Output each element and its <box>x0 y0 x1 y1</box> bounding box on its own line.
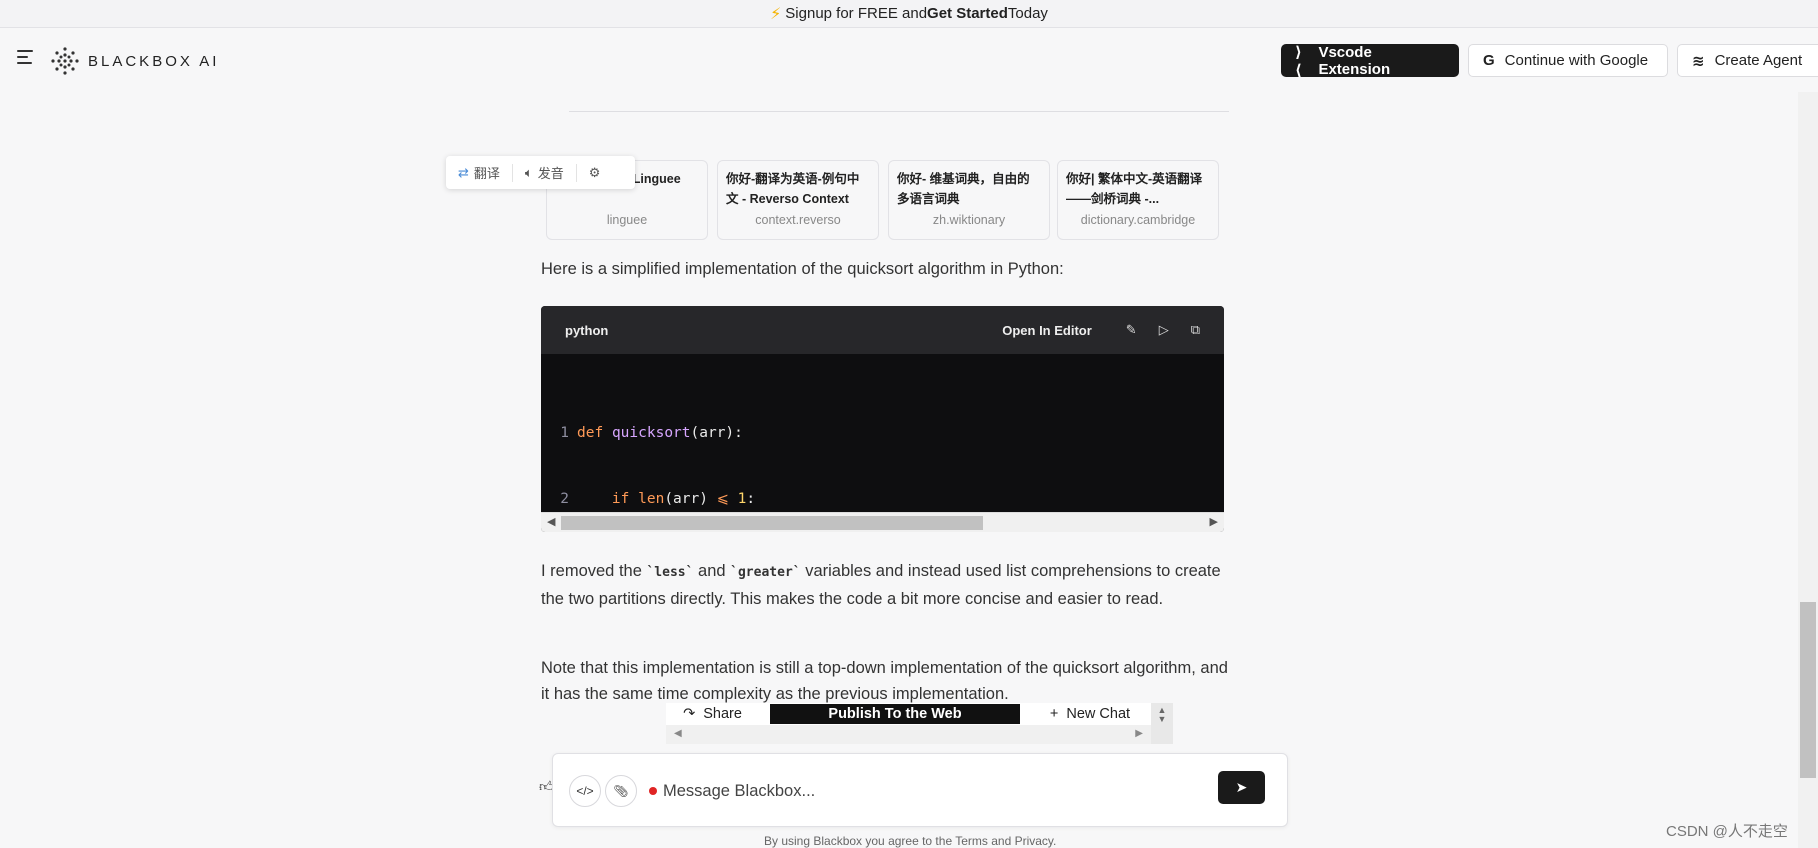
logo-text: BLACKBOX AI <box>88 52 220 70</box>
paperclip-icon: 📎︎ <box>613 784 629 798</box>
scroll-right-icon[interactable]: ▶ <box>1135 728 1143 739</box>
translate-icon: ⇄ <box>458 164 469 180</box>
source-domain: zh.wiktionary <box>932 213 1006 227</box>
bolt-icon: ⚡ <box>770 5 782 23</box>
actions-horizontal-scrollbar[interactable]: ◀ ▶ <box>666 725 1151 744</box>
translate-popup: ⇄ 翻译 🔈︎ 发音 ⚙ <box>446 156 635 189</box>
source-card-cambridge[interactable]: 你好| 繁体中文-英语翻译——剑桥词典 -... dictionary.camb… <box>1057 160 1219 240</box>
line-number: 2 <box>560 491 569 507</box>
create-agent-button[interactable]: ≋ Create Agent <box>1677 44 1818 77</box>
continue-with-google-label: Continue with Google <box>1504 52 1649 69</box>
scrollbar-thumb[interactable] <box>561 516 983 530</box>
source-domain: linguee <box>606 213 648 227</box>
gear-icon: ⚙ <box>588 164 601 180</box>
signup-banner[interactable]: ⚡ Signup for FREE and Get Started Today <box>0 0 1818 28</box>
source-card-wiktionary[interactable]: 你好- 维基词典，自由的多语言词典 zh.wiktionary <box>888 160 1050 240</box>
terms-note: By using Blackbox you agree to the Terms… <box>764 834 1057 848</box>
vscode-icon: ⟩⟨ <box>1295 43 1302 79</box>
scroll-left-icon[interactable]: ◀ <box>674 728 682 739</box>
source-card-reverso[interactable]: 你好-翻译为英语-例句中文 - Reverso Context context.… <box>717 160 879 240</box>
inline-code-greater: `greater` <box>730 565 801 580</box>
line-number: 1 <box>560 425 569 441</box>
intro-text: Here is a simplified implementation of t… <box>541 260 1064 278</box>
run-icon[interactable]: ▷ <box>1159 322 1169 338</box>
chat-actions-bar: ↷ Share Publish To the Web + New Chat ▲ ▼… <box>666 703 1173 744</box>
share-label: Share <box>703 706 742 722</box>
google-icon: G <box>1483 52 1495 69</box>
watermark: CSDN @人不走空 <box>1666 823 1788 840</box>
share-icon: ↷ <box>683 706 696 722</box>
publish-to-web-button[interactable]: Publish To the Web <box>770 704 1020 724</box>
code-horizontal-scrollbar[interactable]: ◀ ▶ <box>541 512 1224 532</box>
publish-label: Publish To the Web <box>828 706 962 722</box>
copy-icon[interactable]: ⧉ <box>1191 322 1200 338</box>
recording-dot-icon <box>649 787 657 795</box>
translate-label: 翻译 <box>473 166 500 181</box>
popup-settings-button[interactable]: ⚙ <box>577 164 613 182</box>
translate-button[interactable]: ⇄ 翻译 <box>446 163 513 182</box>
divider <box>569 111 1229 112</box>
code-mode-button[interactable]: </> <box>569 775 601 807</box>
scroll-left-icon[interactable]: ◀ <box>547 515 555 528</box>
blackbox-logo-icon <box>51 47 79 75</box>
code-header: python Open In Editor ✎ ▷ ⧉ <box>541 306 1224 354</box>
source-domain: dictionary.cambridge <box>1080 213 1196 227</box>
header: BLACKBOX AI ⟩⟨ Vscode Extension G Contin… <box>0 28 1818 92</box>
actions-vertical-scrollbar[interactable]: ▲ ▼ <box>1151 703 1173 744</box>
vscode-extension-label: Vscode Extension <box>1318 43 1391 78</box>
banner-get-started: Get Started <box>927 5 1008 22</box>
message-composer: </> 📎︎ ➤ <box>552 753 1288 827</box>
source-domain: context.reverso <box>755 213 841 227</box>
hamburger-menu-icon[interactable] <box>17 50 35 64</box>
scrollbar-thumb[interactable] <box>1800 602 1816 778</box>
vscode-extension-button[interactable]: ⟩⟨ Vscode Extension <box>1281 43 1459 79</box>
new-chat-button[interactable]: + New Chat <box>1030 704 1150 724</box>
speak-button[interactable]: 🔈︎ 发音 <box>513 163 577 182</box>
new-chat-label: New Chat <box>1066 706 1131 722</box>
plus-icon: + <box>1049 706 1059 722</box>
code-icon: </> <box>576 784 594 798</box>
explanation-paragraph-2: Note that this implementation is still a… <box>541 659 1228 703</box>
send-icon: ➤ <box>1235 779 1248 795</box>
banner-suffix: Today <box>1007 5 1048 22</box>
banner-prefix: Signup for FREE and <box>785 5 928 22</box>
source-title: 你好-翻译为英语-例句中文 - Reverso Context <box>726 172 860 206</box>
edit-icon[interactable]: ✎ <box>1126 322 1137 338</box>
speak-label: 发音 <box>537 166 564 181</box>
continue-with-google-button[interactable]: G Continue with Google <box>1468 44 1668 77</box>
page-vertical-scrollbar[interactable] <box>1798 92 1818 848</box>
code-line: 2 if len(arr) ⩽ 1: <box>541 488 1224 510</box>
open-in-editor-button[interactable]: Open In Editor <box>1002 323 1092 338</box>
code-language: python <box>565 322 609 338</box>
share-button[interactable]: ↷ Share <box>666 704 759 724</box>
code-block: python Open In Editor ✎ ▷ ⧉ 1 def quickso… <box>541 306 1224 532</box>
speaker-icon: 🔈︎ <box>524 164 533 180</box>
text-fragment: and <box>693 562 731 580</box>
logo[interactable]: BLACKBOX AI <box>50 46 219 76</box>
code-body[interactable]: 1 def quicksort(arr): 2 if len(arr) ⩽ 1: … <box>541 354 1224 512</box>
text-fragment: I removed the <box>541 562 647 580</box>
layers-icon: ≋ <box>1692 52 1705 70</box>
code-line: 1 def quicksort(arr): <box>541 422 1224 444</box>
source-title: 你好| 繁体中文-英语翻译——剑桥词典 -... <box>1066 172 1203 206</box>
create-agent-label: Create Agent <box>1714 52 1803 69</box>
source-title: 你好- 维基词典，自由的多语言词典 <box>897 172 1030 206</box>
inline-code-less: `less` <box>646 565 694 580</box>
message-input[interactable] <box>663 776 1223 806</box>
send-button[interactable]: ➤ <box>1218 771 1265 804</box>
attach-button[interactable]: 📎︎ <box>605 775 637 807</box>
explanation-paragraph-1: I removed the `less` and `greater` varia… <box>541 558 1231 612</box>
scroll-right-icon[interactable]: ▶ <box>1210 515 1218 528</box>
